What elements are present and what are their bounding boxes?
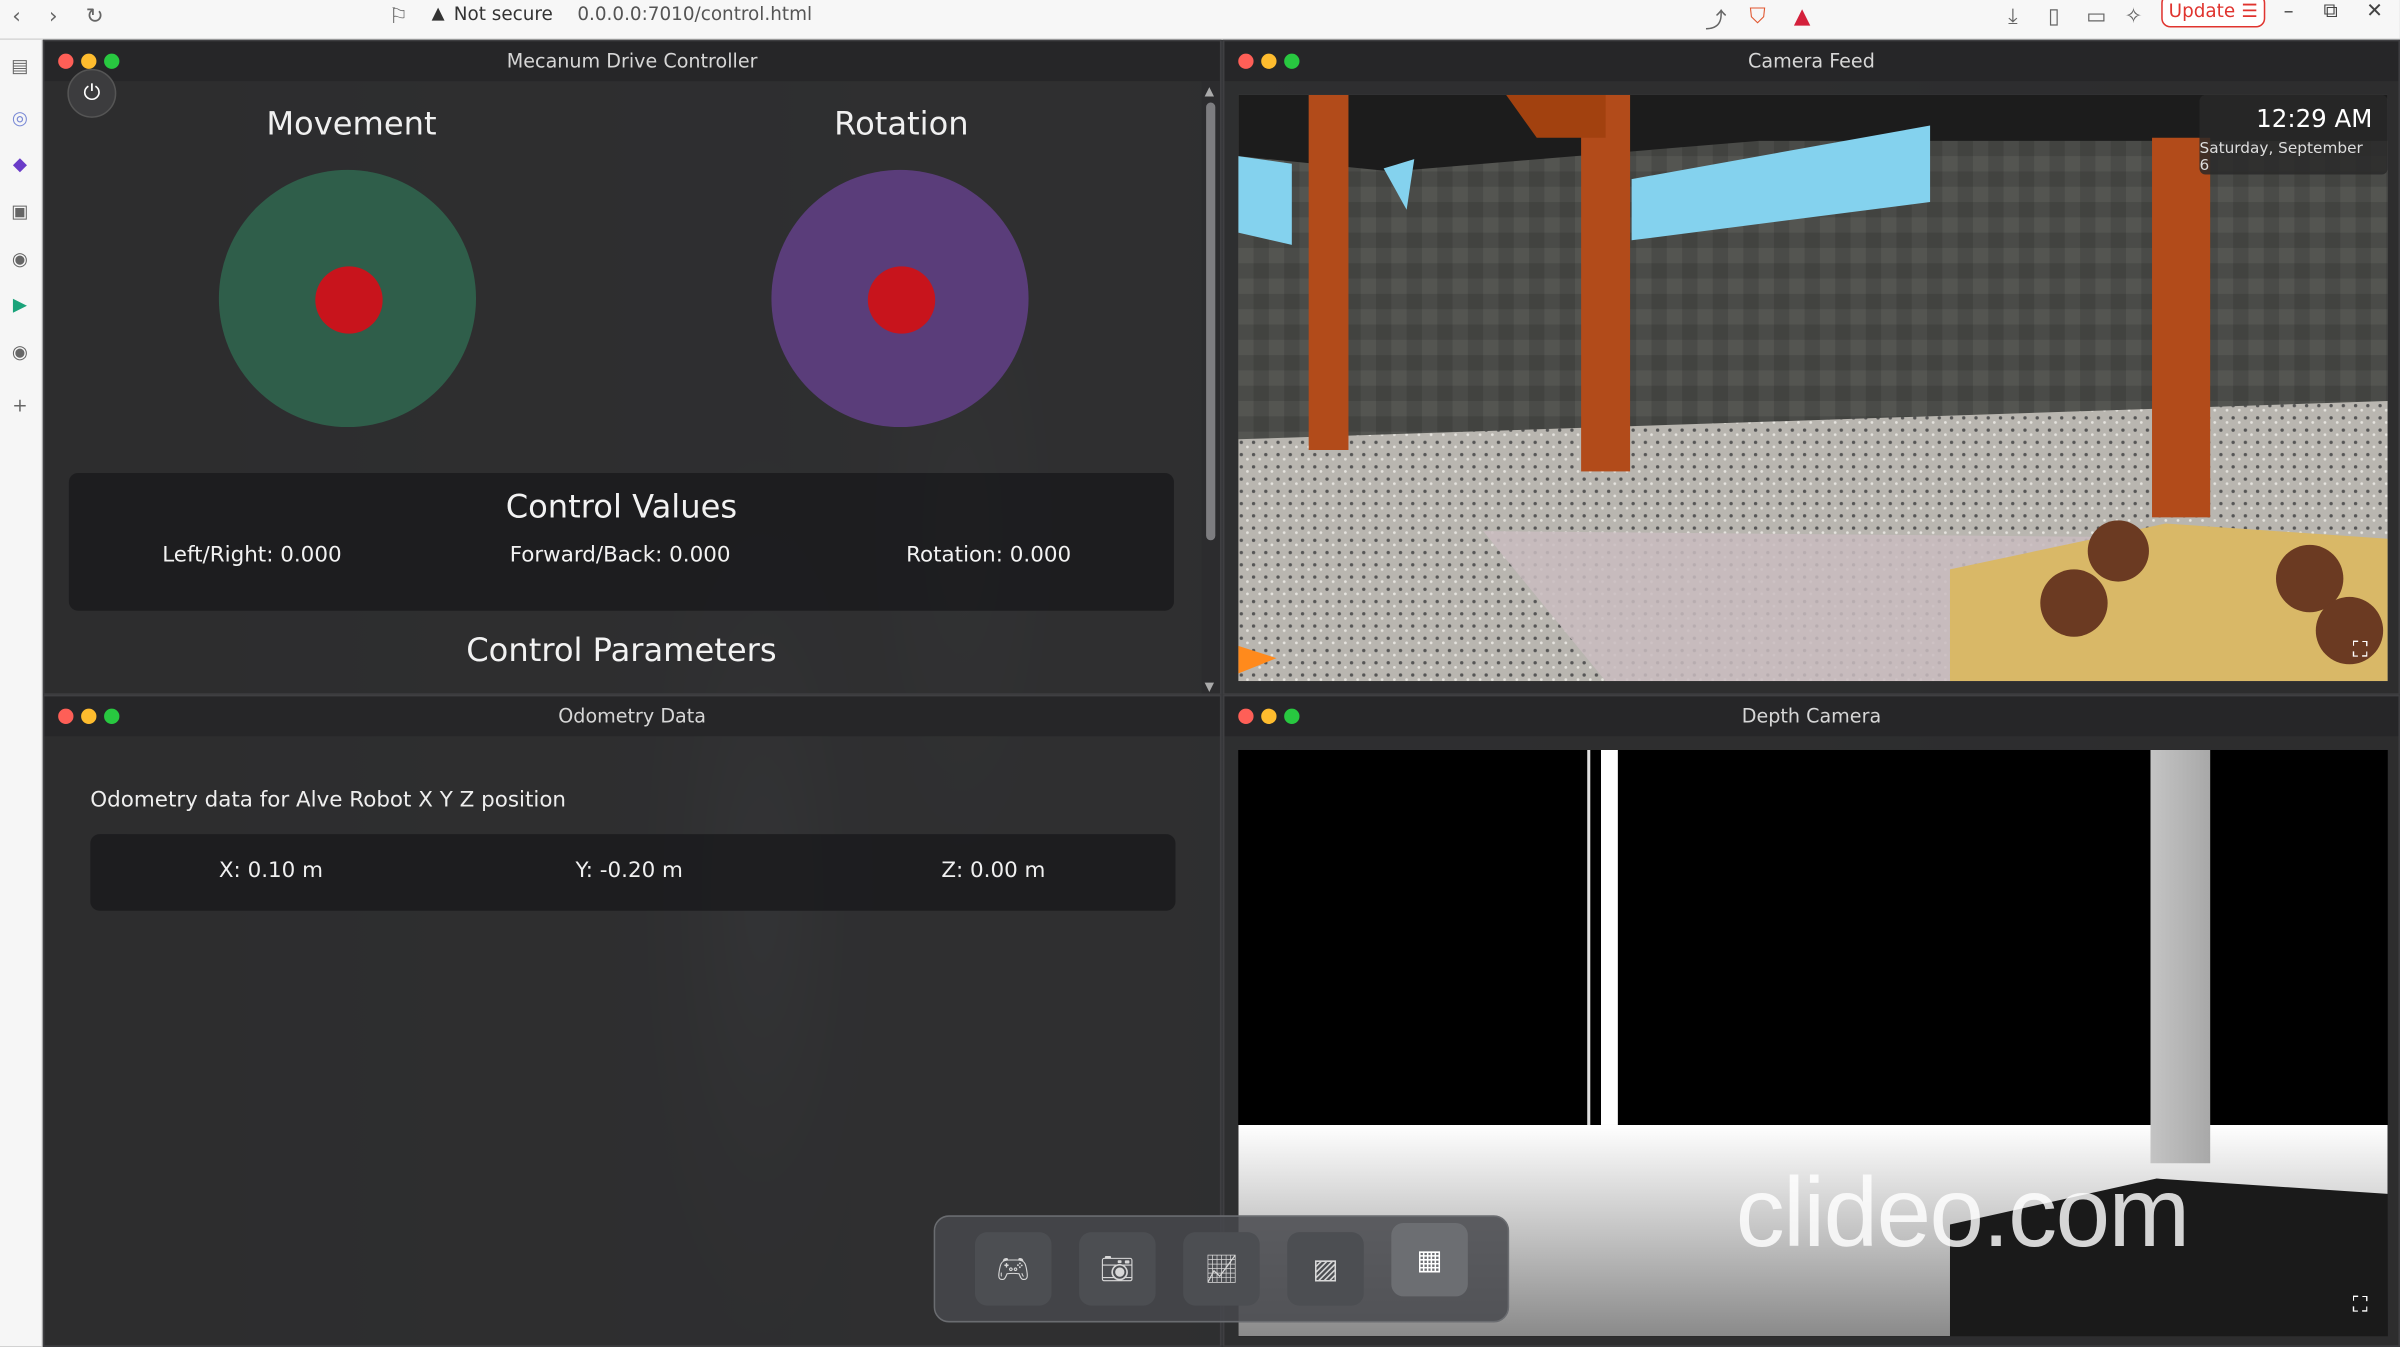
panel-title: Mecanum Drive Controller: [506, 48, 758, 72]
rotation-joystick[interactable]: [771, 169, 1029, 428]
odometry-z: Z: 0.00 m: [941, 858, 1046, 884]
browser-sidebar: ▤ ◎ ◆ ▣ ◉ ▶ ◉ +: [0, 39, 43, 1347]
warning-icon: ▲: [431, 3, 445, 23]
panel-title: Depth Camera: [1741, 704, 1882, 728]
camera-icon: 📷︎: [1099, 1252, 1135, 1285]
grid-icon: ▦: [1416, 1243, 1443, 1276]
gamepad-button[interactable]: 🎮︎: [974, 1232, 1052, 1306]
power-button[interactable]: ⏻: [67, 68, 117, 118]
menu-icon: ☰: [2241, 0, 2258, 22]
site-icon[interactable]: ▣: [6, 197, 34, 225]
camera-scene: [1238, 94, 2388, 682]
download-icon[interactable]: ⤓: [2008, 5, 2017, 29]
rotation-title: Rotation: [834, 105, 969, 143]
fullscreen-icon[interactable]: ⛶: [2345, 635, 2376, 666]
rotation-knob[interactable]: [867, 266, 936, 334]
control-values-title: Control Values: [505, 488, 738, 525]
movement-joystick[interactable]: [218, 169, 477, 428]
panel-title: Camera Feed: [1748, 48, 1875, 72]
scroll-up-icon[interactable]: ▲: [1205, 84, 1214, 98]
url-text[interactable]: 0.0.0.0:7010/control.html: [577, 2, 812, 23]
close-icon[interactable]: ✕: [2366, 0, 2383, 23]
panel-title: Odometry Data: [558, 704, 707, 728]
brave-shield-icon[interactable]: ⛉: [1749, 5, 1765, 29]
globe-icon[interactable]: ◉: [6, 338, 34, 366]
grid-layout-button[interactable]: ▦: [1391, 1222, 1468, 1297]
rotation-value: Rotation: 0.000: [906, 543, 1072, 568]
control-parameters-title: Control Parameters: [466, 632, 777, 669]
forward-icon[interactable]: ›: [49, 5, 58, 29]
clock-widget: 12:29 AM Saturday, September 6: [2199, 94, 2388, 175]
clock-date: Saturday, September 6: [2199, 140, 2363, 175]
maximize-dot[interactable]: [1284, 53, 1300, 69]
maximize-dot[interactable]: [104, 708, 120, 724]
odometry-values-box: X: 0.10 m Y: -0.20 m Z: 0.00 m: [90, 834, 1176, 911]
rewards-icon[interactable]: ▲: [1794, 5, 1811, 29]
globe-icon[interactable]: ◉: [6, 245, 34, 273]
power-icon: ⏻: [83, 81, 101, 106]
camera-button[interactable]: 📷︎: [1079, 1232, 1156, 1306]
update-button[interactable]: Update ☰: [2161, 0, 2266, 28]
browser-toolbar: ‹ › ↻ ⚐ ▲ Not secure 0.0.0.0:7010/contro…: [0, 0, 2400, 40]
scroll-down-icon[interactable]: ▼: [1205, 680, 1214, 694]
maximize-icon[interactable]: ⧉: [2323, 0, 2337, 23]
chart-button[interactable]: 📈︎: [1183, 1232, 1260, 1306]
minimize-dot[interactable]: [81, 708, 97, 724]
panel-icon[interactable]: ▤: [6, 52, 34, 80]
panel-titlebar: Mecanum Drive Controller: [44, 41, 1220, 82]
security-label: Not secure: [453, 2, 553, 24]
sidebar-toggle-icon[interactable]: ▯: [2048, 5, 2060, 29]
play-icon[interactable]: ▶: [6, 291, 34, 319]
close-dot[interactable]: [1238, 53, 1254, 69]
panel-titlebar: Depth Camera: [1224, 696, 2399, 737]
panel-titlebar: Camera Feed: [1224, 41, 2399, 82]
bookmark-icon[interactable]: ⚐: [389, 5, 408, 29]
minimize-dot[interactable]: [1261, 708, 1277, 724]
maximize-dot[interactable]: [104, 53, 120, 69]
clock-time: 12:29 AM: [2256, 104, 2373, 134]
camera-view: 12:29 AM Saturday, September 6 ⛶: [1238, 94, 2388, 682]
camera-panel: Camera Feed 12:29 AM Saturday, September…: [1222, 39, 2400, 695]
odometry-y: Y: -0.20 m: [575, 858, 683, 884]
control-values-box: Control Values Left/Right: 0.000 Forward…: [68, 472, 1174, 611]
left-right-value: Left/Right: 0.000: [162, 543, 342, 568]
image-icon: ▨: [1312, 1252, 1339, 1285]
movement-knob[interactable]: [315, 266, 383, 334]
odometry-description: Odometry data for Alve Robot X Y Z posit…: [90, 788, 567, 813]
forward-back-value: Forward/Back: 0.000: [509, 543, 731, 568]
update-label: Update: [2168, 0, 2236, 22]
controller-panel: Mecanum Drive Controller ⏻ Movement Rota…: [42, 39, 1222, 695]
site-icon[interactable]: ◎: [6, 104, 34, 132]
chart-icon: 📈︎: [1203, 1252, 1239, 1285]
panel-titlebar: Odometry Data: [44, 696, 1220, 737]
wallet-icon[interactable]: ▭: [2086, 5, 2106, 29]
scroll-thumb[interactable]: [1206, 102, 1216, 541]
bottom-dock: 🎮︎ 📷︎ 📈︎ ▨ ▦: [933, 1215, 1510, 1323]
minimize-dot[interactable]: [81, 53, 97, 69]
fullscreen-icon[interactable]: ⛶: [2345, 1290, 2376, 1321]
back-icon[interactable]: ‹: [12, 5, 21, 29]
maximize-dot[interactable]: [1284, 708, 1300, 724]
site-icon[interactable]: ◆: [6, 150, 34, 178]
close-dot[interactable]: [58, 708, 74, 724]
odometry-x: X: 0.10 m: [218, 858, 324, 884]
reload-icon[interactable]: ↻: [86, 5, 104, 29]
minimize-icon[interactable]: –: [2284, 0, 2294, 23]
add-icon[interactable]: +: [6, 392, 34, 420]
close-dot[interactable]: [58, 53, 74, 69]
share-icon[interactable]: ⤴: [1705, 5, 1726, 36]
leo-icon[interactable]: ✧: [2124, 5, 2142, 29]
address-bar[interactable]: ▲ Not secure 0.0.0.0:7010/control.html: [432, 0, 812, 26]
minimize-dot[interactable]: [1261, 53, 1277, 69]
gamepad-icon: 🎮︎: [995, 1252, 1031, 1285]
watermark: clideo.com: [1735, 1157, 2190, 1268]
scrollbar[interactable]: ▲ ▼: [1201, 81, 1220, 694]
image-button[interactable]: ▨: [1287, 1232, 1364, 1306]
movement-title: Movement: [266, 105, 437, 143]
close-dot[interactable]: [1238, 708, 1254, 724]
